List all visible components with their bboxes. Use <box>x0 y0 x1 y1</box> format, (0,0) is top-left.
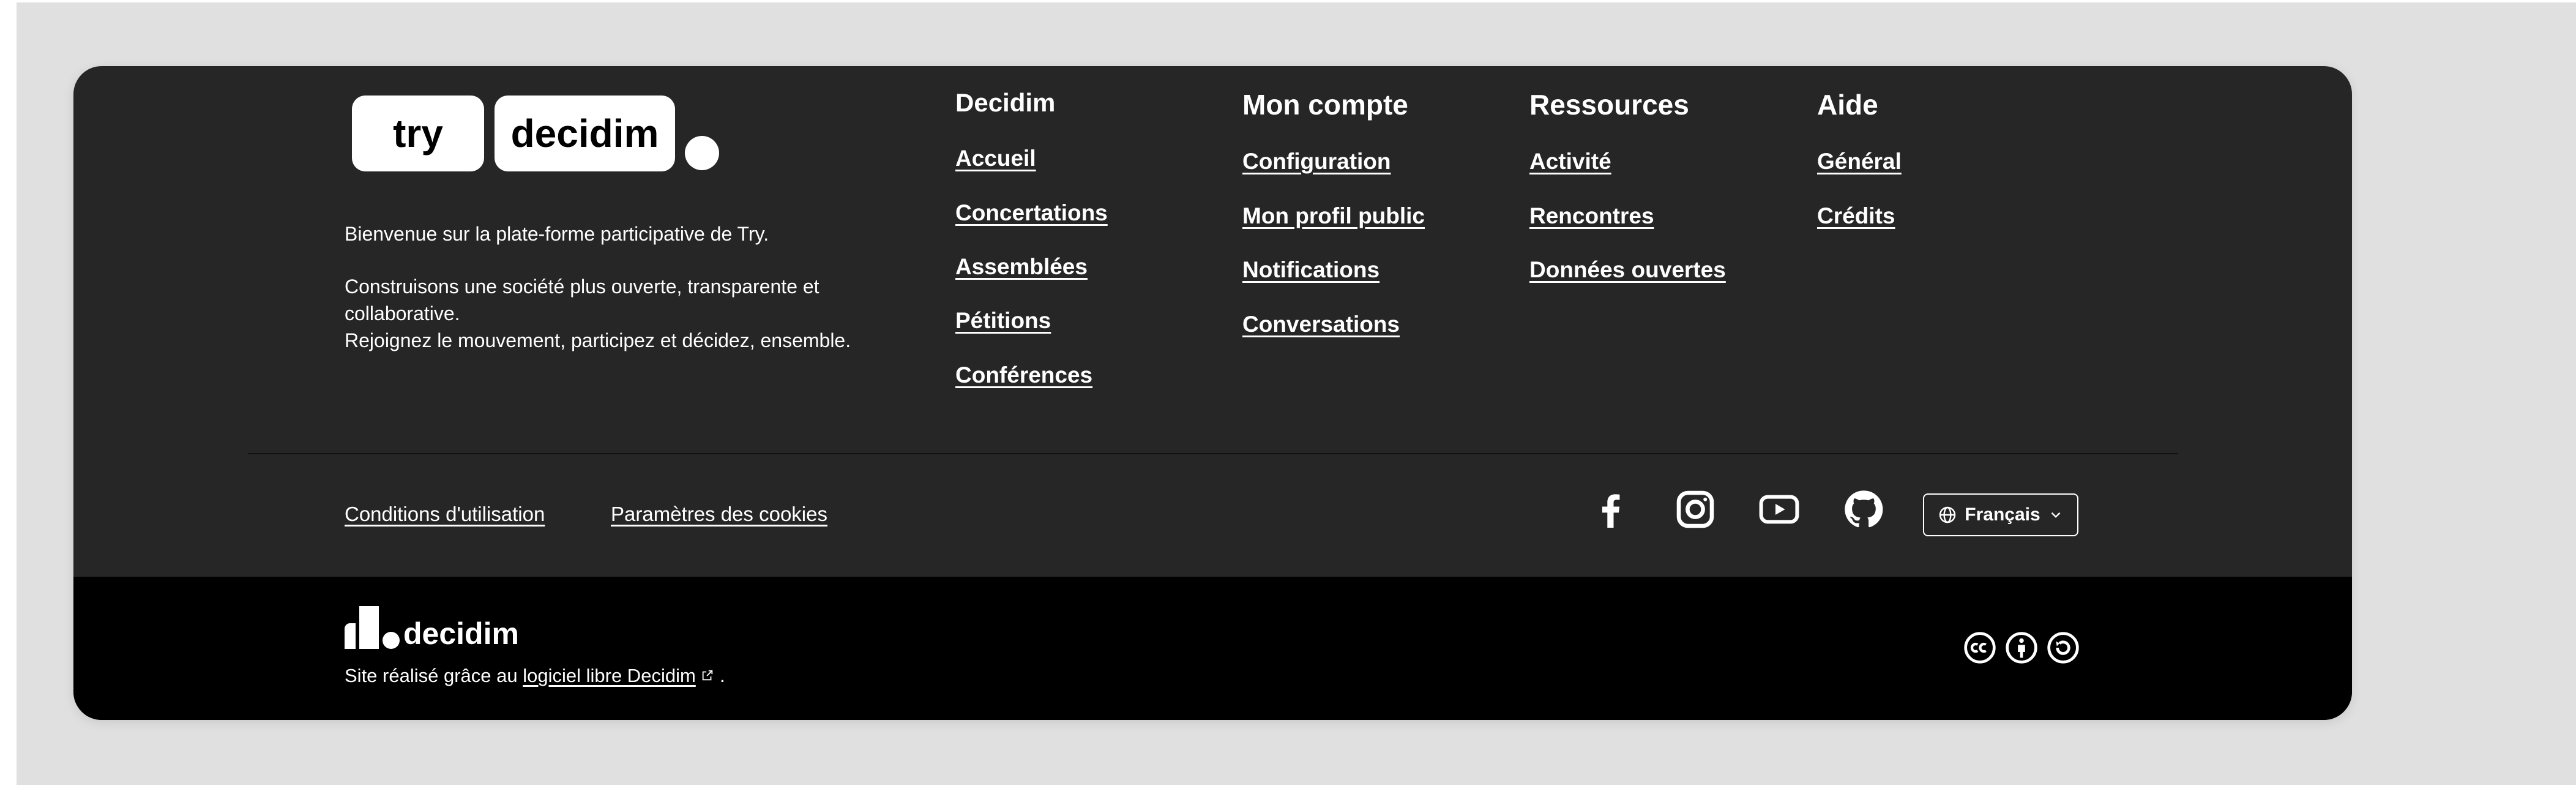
footer-link-accueil[interactable]: Accueil <box>955 146 1036 171</box>
terms-of-use-link[interactable]: Conditions d'utilisation <box>345 503 545 526</box>
footer-link-conferences[interactable]: Conférences <box>955 362 1092 388</box>
decidim-software-link[interactable]: logiciel libre Decidim <box>523 665 696 686</box>
logo-decidim-text: decidim <box>510 111 659 156</box>
credit-suffix: . <box>720 665 725 686</box>
site-footer: try decidim Bienvenue sur la plate-forme… <box>73 66 2352 720</box>
footer-column-title-ressources: Ressources <box>1529 89 1689 121</box>
facebook-icon[interactable] <box>1588 486 1634 533</box>
share-alike-icon[interactable] <box>2046 631 2080 665</box>
footer-intro: Bienvenue sur la plate-forme participati… <box>345 220 883 354</box>
footer-column-title-mon-compte: Mon compte <box>1242 89 1408 121</box>
footer-column-title-aide: Aide <box>1817 89 1878 121</box>
credit-prefix: Site réalisé grâce au <box>345 665 518 686</box>
language-label: Français <box>1965 504 2040 525</box>
footer-link-activite[interactable]: Activité <box>1529 149 1611 174</box>
footer-link-concertations[interactable]: Concertations <box>955 200 1108 226</box>
footer-link-assemblees[interactable]: Assemblées <box>955 254 1088 280</box>
footer-column-title-decidim: Decidim <box>955 88 1056 117</box>
github-icon[interactable] <box>1840 486 1887 533</box>
footer-link-rencontres[interactable]: Rencontres <box>1529 203 1654 229</box>
logo-try-text: try <box>393 111 443 156</box>
language-selector[interactable]: Français <box>1923 493 2078 536</box>
footer-link-conversations[interactable]: Conversations <box>1242 312 1400 337</box>
logo-decidim-box: decidim <box>495 96 675 171</box>
footer-link-mon-profil-public[interactable]: Mon profil public <box>1242 203 1425 229</box>
footer-link-credits[interactable]: Crédits <box>1817 203 1895 229</box>
logo-try-box: try <box>352 96 484 171</box>
welcome-text: Bienvenue sur la plate-forme participati… <box>345 223 769 245</box>
decidim-logo[interactable]: decidim <box>345 606 528 651</box>
cookie-settings-link[interactable]: Paramètres des cookies <box>611 503 827 526</box>
youtube-icon[interactable] <box>1756 486 1802 533</box>
instagram-icon[interactable] <box>1672 486 1719 533</box>
footer-divider <box>248 453 2178 454</box>
chevron-down-icon <box>2051 512 2061 518</box>
external-link-icon <box>703 670 713 681</box>
footer-link-notifications[interactable]: Notifications <box>1242 257 1379 283</box>
globe-icon <box>1939 506 1956 523</box>
attribution-icon[interactable] <box>2004 631 2039 665</box>
site-credit: Site réalisé grâce au logiciel libre Dec… <box>345 665 725 687</box>
intro-line-3: Rejoignez le mouvement, participez et dé… <box>345 329 851 351</box>
decidim-logo-text: decidim <box>403 616 519 651</box>
footer-link-donnees-ouvertes[interactable]: Données ouvertes <box>1529 257 1726 283</box>
footer-link-general[interactable]: Général <box>1817 149 1902 174</box>
intro-line-2: Construisons une société plus ouverte, t… <box>345 275 819 324</box>
footer-link-petitions[interactable]: Pétitions <box>955 308 1051 334</box>
footer-link-configuration[interactable]: Configuration <box>1242 149 1391 174</box>
creative-commons-icon[interactable] <box>1963 631 1997 665</box>
logo-dot <box>685 136 719 170</box>
